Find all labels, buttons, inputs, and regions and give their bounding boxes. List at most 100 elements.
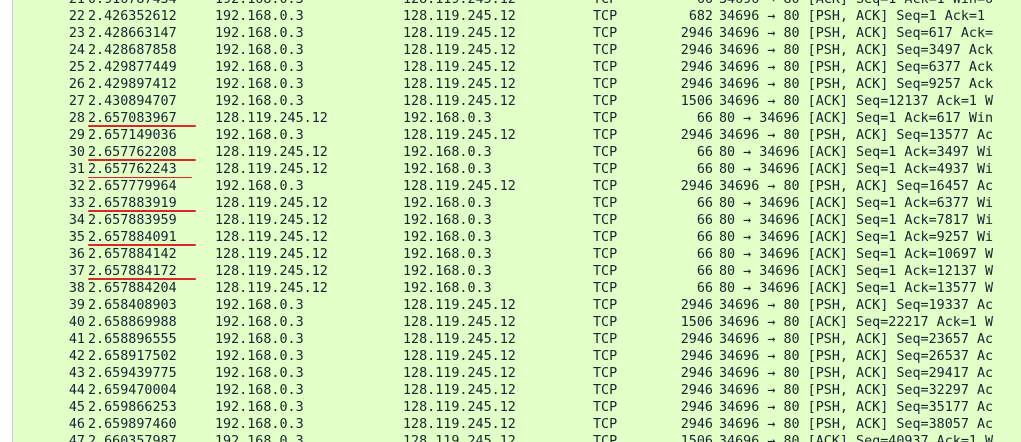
packet-time: 0.916787434 xyxy=(88,0,177,8)
packet-length: 2946 xyxy=(680,298,713,313)
packet-number: 21 xyxy=(38,0,85,8)
packet-time: 2.657779964 xyxy=(88,179,177,194)
packet-row[interactable]: 23 2.428663147 192.168.0.3 128.119.245.12 TC… xyxy=(13,25,1021,42)
left-pane-edge xyxy=(0,0,13,442)
packet-time: 2.426352612 xyxy=(88,9,177,24)
packet-source: 192.168.0.3 xyxy=(215,128,304,143)
packet-list[interactable]: 210.916787434 192.168.0.3 128.119.245.12 TC… xyxy=(13,0,1021,442)
packet-row[interactable]: 28 2.657083967 128.119.245.12 192.168.0.3 TC… xyxy=(13,110,1021,127)
packet-source: 128.119.245.12 xyxy=(215,281,328,296)
packet-info: 34696 → 80 [PSH, ACK] Seq=3497 Ack xyxy=(719,43,994,58)
packet-source: 192.168.0.3 xyxy=(215,400,304,415)
packet-destination: 192.168.0.3 xyxy=(403,145,492,160)
packet-info: 80 → 34696 [ACK] Seq=1 Ack=13577 W xyxy=(719,281,994,296)
packet-row[interactable]: 47 2.660357987 192.168.0.3 128.119.245.12 TC… xyxy=(13,433,1021,442)
packet-source: 128.119.245.12 xyxy=(215,145,328,160)
packet-info: 34696 → 80 [PSH, ACK] Seq=35177 Ac xyxy=(719,400,994,415)
packet-destination: 128.119.245.12 xyxy=(403,94,516,109)
packet-row[interactable]: 38 2.657884204 128.119.245.12 192.168.0.3 TC… xyxy=(13,280,1021,297)
packet-time: 2.428663147 xyxy=(88,26,177,41)
packet-protocol: TCP xyxy=(593,9,618,24)
packet-row[interactable]: 42 2.658917502 192.168.0.3 128.119.245.12 TC… xyxy=(13,348,1021,365)
packet-protocol: TCP xyxy=(593,332,618,347)
packet-row[interactable]: 34 2.657883959 128.119.245.12 192.168.0.3 TC… xyxy=(13,212,1021,229)
packet-length: 66 xyxy=(696,281,713,296)
packet-source: 192.168.0.3 xyxy=(215,332,304,347)
left-pane-bottom xyxy=(0,406,12,442)
packet-number: 31 xyxy=(68,162,85,177)
packet-info: 80 → 34696 [ACK] Seq=1 Ack=3497 Wi xyxy=(719,145,994,160)
packet-row[interactable]: 36 2.657884142 128.119.245.12 192.168.0.3 TC… xyxy=(13,246,1021,263)
packet-number: 33 xyxy=(68,196,85,211)
packet-source: 192.168.0.3 xyxy=(215,417,304,432)
packet-row[interactable]: 39 2.658408903 192.168.0.3 128.119.245.12 TC… xyxy=(13,297,1021,314)
packet-row[interactable]: 44 2.659470004 192.168.0.3 128.119.245.12 TC… xyxy=(13,382,1021,399)
packet-time: 2.657762243 xyxy=(88,162,177,177)
packet-source: 192.168.0.3 xyxy=(215,94,304,109)
packet-row[interactable]: 24 2.428687858 192.168.0.3 128.119.245.12 TC… xyxy=(13,42,1021,59)
packet-row[interactable]: 40 2.658869988 192.168.0.3 128.119.245.12 TC… xyxy=(13,314,1021,331)
packet-row[interactable]: 33 2.657883919 128.119.245.12 192.168.0.3 TC… xyxy=(13,195,1021,212)
packet-time: 2.657883959 xyxy=(88,213,177,228)
packet-length: 2946 xyxy=(680,417,713,432)
packet-source: 128.119.245.12 xyxy=(215,196,328,211)
packet-source: 192.168.0.3 xyxy=(215,77,304,92)
packet-time: 2.658869988 xyxy=(88,315,177,330)
packet-destination: 192.168.0.3 xyxy=(403,162,492,177)
packet-number: 43 xyxy=(68,366,85,381)
packet-info: 80 → 34696 [ACK] Seq=1 Ack=12137 W xyxy=(719,264,994,279)
packet-time: 2.430894707 xyxy=(88,94,177,109)
packet-destination: 128.119.245.12 xyxy=(403,417,516,432)
packet-source: 192.168.0.3 xyxy=(215,43,304,58)
packet-time: 2.657884204 xyxy=(88,281,177,296)
packet-length: 2946 xyxy=(680,179,713,194)
packet-time: 2.658917502 xyxy=(88,349,177,364)
packet-protocol: TCP xyxy=(593,77,618,92)
packet-source: 128.119.245.12 xyxy=(215,230,328,245)
packet-length: 2946 xyxy=(680,383,713,398)
packet-row[interactable]: 29 2.657149036 192.168.0.3 128.119.245.12 TC… xyxy=(13,127,1021,144)
packet-source: 192.168.0.3 xyxy=(215,0,304,8)
packet-protocol: TCP xyxy=(593,196,618,211)
packet-destination: 128.119.245.12 xyxy=(403,298,516,313)
packet-protocol: TCP xyxy=(593,434,618,442)
packet-source: 192.168.0.3 xyxy=(215,349,304,364)
packet-length: 2946 xyxy=(680,128,713,143)
packet-time: 2.658408903 xyxy=(88,298,177,313)
packet-destination: 128.119.245.12 xyxy=(403,128,516,143)
packet-length: 66 xyxy=(696,247,713,262)
packet-row[interactable]: 43 2.659439775 192.168.0.3 128.119.245.12 TC… xyxy=(13,365,1021,382)
packet-row[interactable]: 37 2.657884172 128.119.245.12 192.168.0.3 TC… xyxy=(13,263,1021,280)
packet-length: 2946 xyxy=(680,400,713,415)
packet-row[interactable]: 26 2.429897412 192.168.0.3 128.119.245.12 TC… xyxy=(13,76,1021,93)
packet-row[interactable]: 27 2.430894707 192.168.0.3 128.119.245.12 TC… xyxy=(13,93,1021,110)
packet-number: 24 xyxy=(68,43,85,58)
packet-info: 34696 → 80 [PSH, ACK] Seq=6377 Ack xyxy=(719,60,994,75)
packet-time: 2.659866253 xyxy=(88,400,177,415)
packet-row[interactable]: 22 2.426352612 192.168.0.3 128.119.245.12 TC… xyxy=(13,8,1021,25)
packet-row[interactable]: 25 2.429877449 192.168.0.3 128.119.245.12 TC… xyxy=(13,59,1021,76)
packet-protocol: TCP xyxy=(593,383,618,398)
packet-length: 2946 xyxy=(680,366,713,381)
packet-row[interactable]: 210.916787434 192.168.0.3 128.119.245.12 TC… xyxy=(13,0,1021,8)
packet-row[interactable]: 31 2.657762243 128.119.245.12 192.168.0.3 TC… xyxy=(13,161,1021,179)
packet-destination: 128.119.245.12 xyxy=(403,179,516,194)
packet-row[interactable]: 35 2.657884091 128.119.245.12 192.168.0.3 TC… xyxy=(13,229,1021,246)
packet-destination: 192.168.0.3 xyxy=(403,111,492,126)
packet-number: 29 xyxy=(68,128,85,143)
wireshark-window: 210.916787434 192.168.0.3 128.119.245.12 TC… xyxy=(0,0,1021,442)
packet-info: 34696 → 80 [ACK] Seq=22217 Ack=1 W xyxy=(719,315,994,330)
packet-row[interactable]: 45 2.659866253 192.168.0.3 128.119.245.12 TC… xyxy=(13,399,1021,416)
packet-row[interactable]: 41 2.658896555 192.168.0.3 128.119.245.12 TC… xyxy=(13,331,1021,348)
packet-row[interactable]: 46 2.659897460 192.168.0.3 128.119.245.12 TC… xyxy=(13,416,1021,433)
packet-info: 34696 → 80 [PSH, ACK] Seq=13577 Ac xyxy=(719,128,994,143)
packet-info: 34696 → 80 [PSH, ACK] Seq=26537 Ac xyxy=(719,349,994,364)
packet-row[interactable]: 30 2.657762208 128.119.245.12 192.168.0.3 TC… xyxy=(13,144,1021,161)
packet-protocol: TCP xyxy=(593,298,618,313)
packet-number: 36 xyxy=(68,247,85,262)
packet-info: 34696 → 80 [ACK] Seq=40937 Ack=1 W xyxy=(719,434,994,442)
packet-source: 192.168.0.3 xyxy=(215,315,304,330)
packet-time: 2.658896555 xyxy=(88,332,177,347)
packet-protocol: TCP xyxy=(593,213,618,228)
packet-row[interactable]: 32 2.657779964 192.168.0.3 128.119.245.12 TC… xyxy=(13,178,1021,195)
